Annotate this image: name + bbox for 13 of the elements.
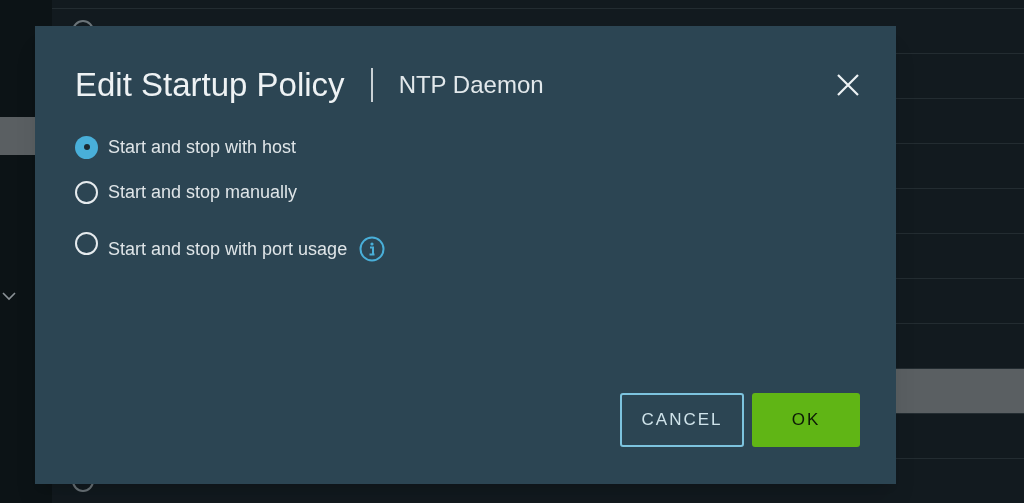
- info-icon[interactable]: [359, 236, 386, 262]
- dialog-subtitle: NTP Daemon: [398, 69, 544, 100]
- radio-button[interactable]: [75, 180, 98, 204]
- option-label[interactable]: Start and stop with port usage: [108, 235, 348, 263]
- option-label[interactable]: Start and stop with host: [108, 133, 297, 161]
- close-icon: [836, 72, 860, 97]
- radio-button[interactable]: [75, 135, 98, 159]
- option-label[interactable]: Start and stop manually: [108, 178, 298, 206]
- chevron-down-icon[interactable]: [1, 291, 17, 301]
- cancel-button[interactable]: CANCEL: [620, 393, 744, 447]
- radio-button[interactable]: [75, 231, 98, 255]
- dialog-title: Edit Startup Policy: [75, 65, 345, 105]
- ok-button[interactable]: OK: [752, 393, 860, 447]
